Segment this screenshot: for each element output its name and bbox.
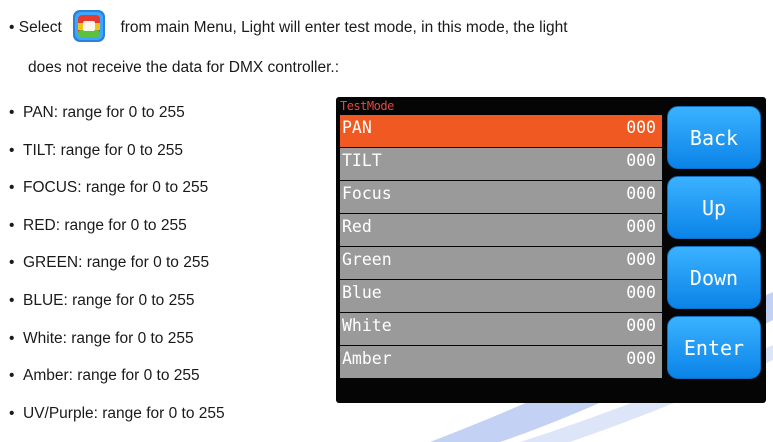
channel-value-list: PAN 000 TILT 000 Focus 000 Red 000 Green 000 … <box>340 115 662 379</box>
list-item: • White: range for 0 to 255 <box>9 329 194 347</box>
bullet: • <box>9 19 15 36</box>
row-pan[interactable]: PAN 000 <box>340 115 662 147</box>
channel-range-list: • PAN: range for 0 to 255 • TILT: range fo… <box>9 102 225 440</box>
intro-paragraph: • Select from main Menu, Light will ente… <box>9 8 769 88</box>
row-green[interactable]: Green 000 <box>340 247 662 279</box>
list-item: • RED: range for 0 to 255 <box>9 216 187 234</box>
intro-select-text: Select <box>18 19 62 36</box>
intro-text-line2: does not receive the data for DMX contro… <box>28 59 340 76</box>
list-item: • Amber: range for 0 to 255 <box>9 367 200 385</box>
screen-title: TestMode <box>340 99 394 113</box>
row-focus[interactable]: Focus 000 <box>340 181 662 213</box>
list-item: • TILT: range for 0 to 255 <box>9 141 183 159</box>
row-tilt[interactable]: TILT 000 <box>340 148 662 180</box>
test-mode-screen: TestMode PAN 000 TILT 000 Focus 000 Red 000 … <box>336 97 766 403</box>
intro-text-line1: from main Menu, Light will enter test mo… <box>120 19 568 36</box>
list-item: • PAN: range for 0 to 255 <box>9 104 185 121</box>
back-button[interactable]: Back <box>667 106 761 169</box>
row-amber[interactable]: Amber 000 <box>340 346 662 378</box>
list-item: • UV/Purple: range for 0 to 255 <box>9 404 225 422</box>
enter-button[interactable]: Enter <box>667 316 761 379</box>
up-button[interactable]: Up <box>667 176 761 239</box>
down-button[interactable]: Down <box>667 246 761 309</box>
screen-buttons: Back Up Down Enter <box>667 106 761 386</box>
test-mode-icon <box>73 9 106 42</box>
list-item: • FOCUS: range for 0 to 255 <box>9 179 209 197</box>
row-white[interactable]: White 000 <box>340 313 662 345</box>
row-blue[interactable]: Blue 000 <box>340 280 662 312</box>
row-red[interactable]: Red 000 <box>340 214 662 246</box>
list-item: • GREEN: range for 0 to 255 <box>9 254 210 272</box>
list-item: • BLUE: range for 0 to 255 <box>9 291 195 309</box>
